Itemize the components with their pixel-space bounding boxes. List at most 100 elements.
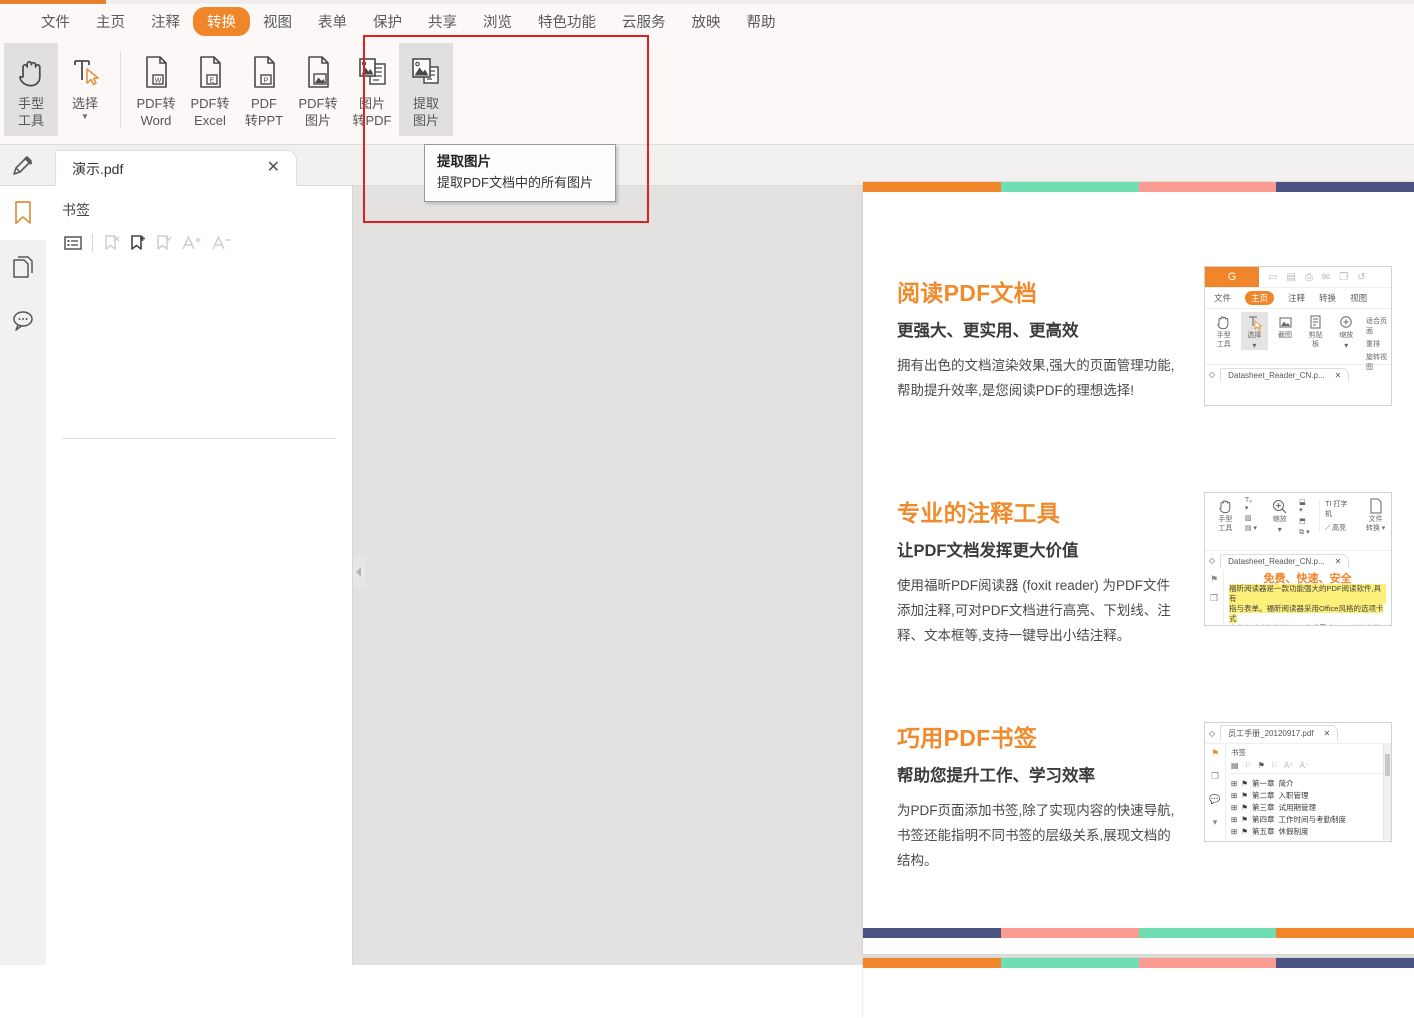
tooltip-description: 提取PDF文档中的所有图片	[437, 175, 594, 190]
scrollbar-thumb[interactable]	[1385, 754, 1390, 776]
comments-icon: 💬	[1209, 794, 1221, 804]
mini-bookmark-item: ⊞ ⚑ 第一章 简介	[1231, 779, 1294, 788]
ribbon-button-pdf-to-word[interactable]: W PDF转 Word	[129, 43, 183, 136]
mini-menubar: 文件 主页 注释 转换 视图	[1205, 288, 1391, 309]
typewriter-command: TI 打字机	[1325, 501, 1348, 518]
pages-icon: ❐	[1210, 771, 1220, 781]
menu-item-4[interactable]: 视图	[250, 8, 305, 35]
ribbon-button-pdf-to-ppt[interactable]: P PDF 转PPT	[237, 43, 291, 136]
ribbon-button-label: PDF转 Word	[136, 96, 176, 128]
pdf-page-2	[863, 958, 1414, 1018]
mini-tabbar: ◇ Datasheet_Reader_CN.p... ✕	[1205, 551, 1391, 570]
mini-panel-title: 书签	[1231, 748, 1246, 757]
list-view-icon[interactable]	[60, 230, 86, 256]
color-band-0	[863, 958, 1001, 968]
color-band-2	[1138, 182, 1277, 192]
ribbon-button-group: 手型 工具 选择 ▼ W PDF转 Word E PDF转 Excel P PDF 转PPT PDF转 图片…	[4, 39, 453, 144]
bookmark-icon	[15, 201, 31, 224]
close-icon[interactable]: ✕	[267, 160, 280, 176]
menu-item-0[interactable]: 文件	[28, 8, 83, 35]
ribbon-button-select-tool[interactable]: 选择 ▼	[58, 43, 112, 136]
highlight-command: ⟋ 高亮	[1325, 525, 1347, 532]
hand-tool-icon	[1218, 496, 1233, 516]
sidebar-item-bookmarks[interactable]	[0, 186, 46, 240]
ribbon-button-label: PDF 转PPT	[244, 96, 284, 128]
ribbon-button-extract-image[interactable]: 提取 图片	[399, 43, 453, 136]
add-bookmark-icon[interactable]	[125, 230, 151, 256]
chevron-down-icon: ▾	[1212, 817, 1218, 827]
mini-quick-icons: ▭ ▤ ⎙ ✉ ❐ ↺	[1268, 272, 1366, 283]
toolbar-divider	[92, 234, 93, 252]
color-band-2	[1138, 958, 1277, 968]
mini-tabbar: ◇ Datasheet_Reader_CN.p... ✕	[1205, 365, 1391, 384]
navigation-rail	[0, 186, 47, 965]
menubar: 文件 主页 注释 转换 视图 表单 保护 共享 浏览 特色功能 云服务 放映 帮助	[0, 4, 1414, 39]
extract-image-icon	[410, 49, 442, 95]
menu-item-6[interactable]: 保护	[360, 8, 415, 35]
select-tool-icon	[1247, 312, 1262, 332]
ribbon-button-label: 选择 ▼	[71, 96, 98, 121]
menu-item-11[interactable]: 放映	[679, 8, 734, 35]
mini-view-command-0: 适合页面	[1366, 318, 1388, 335]
menu-item-7[interactable]: 共享	[415, 8, 470, 35]
expand-icon: ⊞	[1231, 815, 1238, 824]
pdf-to-word-icon: W	[141, 49, 171, 95]
tooltip-title: 提取图片	[437, 154, 491, 169]
menu-item-10[interactable]: 云服务	[609, 8, 679, 35]
menu-item-9[interactable]: 特色功能	[525, 8, 609, 35]
mini-tab-label: Datasheet_Reader_CN.p...	[1228, 370, 1325, 380]
print-icon: ⎙	[1304, 271, 1313, 283]
menu-item-1[interactable]: 主页	[83, 8, 138, 35]
ribbon-button-image-to-pdf[interactable]: 图片 转PDF	[345, 43, 399, 136]
reader-home-ribbon-screenshot: G ▭ ▤ ⎙ ✉ ❐ ↺ 文件 主页 注释 转换 视图 手型 工具 选择 ▾ 截图 剪贴板缩放 ▾…	[1204, 266, 1392, 406]
menu-item-5[interactable]: 表单	[305, 8, 360, 35]
ribbon-button-pdf-to-excel[interactable]: E PDF转 Excel	[183, 43, 237, 136]
color-band-2	[1138, 928, 1277, 938]
mini-menu-item-1: 主页	[1245, 291, 1275, 305]
pages-icon: ❐	[1209, 593, 1219, 603]
edit-pencil-icon[interactable]	[10, 153, 38, 179]
expand-icon: ⊞	[1231, 791, 1238, 800]
document-tab[interactable]: 演示.pdf ✕	[55, 150, 297, 187]
sidebar-item-comments[interactable]	[0, 294, 46, 348]
save-icon: ▤	[1286, 271, 1296, 283]
document-tab-label: 演示.pdf	[72, 161, 124, 177]
color-band-0	[863, 928, 1001, 938]
mini-menu-item-2: 注释	[1288, 293, 1306, 303]
menu-item-3[interactable]: 转换	[193, 7, 250, 36]
sidebar-item-pages[interactable]	[0, 240, 46, 294]
expand-icon: ⊞	[1231, 827, 1238, 836]
mini-scrollbar[interactable]	[1383, 744, 1391, 840]
mini-tab-label: 员工手册_20120917.pdf	[1228, 729, 1314, 738]
decrease-font-icon	[207, 230, 237, 256]
delete-bookmark-icon: ⚐	[1244, 761, 1252, 770]
color-band-0	[863, 182, 1001, 192]
bookmark-icon: ⚑	[1209, 574, 1219, 584]
mini-doc-line: 福昕阅读器是一款功能强大的PDF阅读软件,具有	[1229, 584, 1386, 604]
ribbon-button-hand-tool[interactable]: 手型 工具	[4, 43, 58, 136]
expand-bookmark-icon	[151, 230, 177, 256]
mini-bookmark-item: ⊞ ⚑ 第四章 工作时间与考勤制度	[1231, 815, 1347, 824]
mini-document-body: ⚑ ❐ 免费、快速、安全 福昕阅读器是一款功能强大的PDF阅读软件,具有 指与表…	[1205, 570, 1391, 625]
ribbon-button-pdf-to-image[interactable]: PDF转 图片	[291, 43, 345, 136]
mini-ribbon-button-2: 截图	[1271, 312, 1299, 341]
chevron-down-icon[interactable]: ▼	[72, 112, 98, 121]
menu-item-2[interactable]: 注释	[138, 8, 193, 35]
mini-view-commands: 适合页面 重排 旋转视图	[1366, 316, 1391, 372]
color-band-1	[1000, 958, 1139, 968]
panel-collapse-button[interactable]	[353, 558, 365, 586]
mini-bookmark-list: ⊞ ⚑ 第一章 简介 ⊞ ⚑ 第二章 入职管理 ⊞ ⚑ 第三章 试用期管理 ⊞ ⚑ 第四章 工作时间与考勤制度…	[1231, 778, 1383, 838]
add-bookmark-icon: ⚑	[1257, 761, 1265, 770]
svg-text:E: E	[210, 77, 215, 84]
reader-comment-ribbon-screenshot: 手型 工具 T₅ ▾ ▨ ▤ ▾ 缩放 ▾ ⬓ ▾ ⬒ ⧉ ▾ TI 打字机 ⟋…	[1204, 492, 1392, 626]
mini-bookmark-toolbar: ▤ ⚐ ⚑ ⚐ A⁺ A⁻	[1231, 761, 1383, 774]
color-band-1	[1000, 928, 1139, 938]
list-view-icon: ▤	[1231, 761, 1239, 770]
page-color-bar-bottom-wrap	[863, 928, 1414, 938]
bookmark-toolbar	[60, 230, 352, 256]
mini-quick-toolbar: G ▭ ▤ ⎙ ✉ ❐ ↺	[1205, 267, 1391, 288]
expand-icon: ⊞	[1231, 803, 1238, 812]
menu-item-12[interactable]: 帮助	[734, 8, 789, 35]
color-band-1	[1000, 182, 1139, 192]
menu-item-8[interactable]: 浏览	[470, 8, 525, 35]
